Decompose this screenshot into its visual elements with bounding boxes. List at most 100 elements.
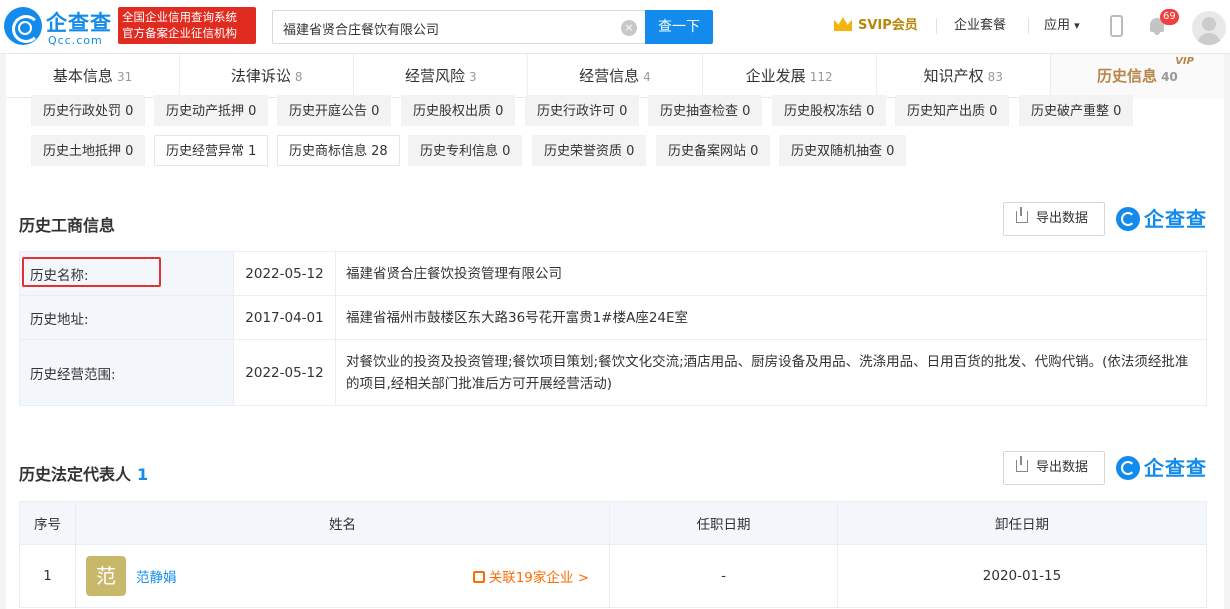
content-area: 历史工商信息 导出数据 企查查 历史名称: 2022-05-12 福建省贤合庄餐… [6, 182, 1224, 609]
svip-link[interactable]: SVIP会员 [834, 16, 918, 36]
top-header: 企查查 Qcc.com 全国企业信用查询系统 官方备案企业征信机构 × 查一下 … [0, 0, 1230, 54]
enterprise-package-link[interactable]: 企业套餐 [954, 16, 1006, 36]
download-icon [1016, 207, 1028, 223]
chevron-down-icon: ▾ [1074, 19, 1080, 32]
section-title: 历史法定代表人 1 [19, 461, 148, 485]
subtag[interactable]: 历史商标信息 28 [277, 135, 400, 166]
export-button[interactable]: 导出数据 [1003, 202, 1105, 236]
row-label: 历史经营范围: [19, 339, 234, 406]
tab-history[interactable]: 历史信息 40 VIP [1050, 54, 1224, 98]
vip-badge: VIP [1175, 56, 1194, 67]
tab-legal[interactable]: 法律诉讼 8 [180, 54, 355, 98]
subtag[interactable]: 历史行政处罚 0 [31, 95, 146, 126]
export-label: 导出数据 [1036, 460, 1089, 475]
divider [1028, 18, 1029, 34]
section-title-text: 历史法定代表人 [19, 465, 132, 484]
related-companies-link[interactable]: 关联19家企业 > [472, 566, 589, 586]
row-date: 2022-05-12 [233, 251, 336, 296]
search-input[interactable] [283, 18, 613, 38]
tab-risk[interactable]: 经营风险 3 [354, 54, 529, 98]
person-name-link[interactable]: 范静娟 [136, 566, 177, 586]
phone-icon[interactable] [1110, 15, 1123, 37]
user-avatar[interactable] [1192, 11, 1226, 45]
divider [936, 18, 937, 34]
tab-label: 经营风险 [405, 67, 466, 85]
subtag[interactable]: 历史动产抵押 0 [154, 95, 269, 126]
subtag[interactable]: 历史专利信息 0 [408, 135, 523, 166]
table-row: 历史经营范围: 2022-05-12 对餐饮业的投资及投资管理;餐饮项目策划;餐… [19, 339, 1207, 406]
badge-line2: 官方备案企业征信机构 [122, 26, 237, 40]
history-subtags: 历史行政处罚 0 历史动产抵押 0 历史开庭公告 0 历史股权出质 0 历史行政… [6, 95, 1224, 182]
person-avatar: 范 [86, 556, 126, 596]
relation-icon [472, 571, 485, 583]
row-value: 福建省福州市鼓楼区东大路36号花开富贵1#楼A座24E室 [335, 295, 1207, 340]
tab-label: 企业发展 [745, 67, 806, 85]
subtag[interactable]: 历史双随机抽查 0 [779, 135, 907, 166]
table-header: 序号 姓名 任职日期 卸任日期 [19, 501, 1207, 545]
export-button[interactable]: 导出数据 [1003, 451, 1105, 485]
subtag[interactable]: 历史知产出质 0 [895, 95, 1010, 126]
apps-label: 应用 [1044, 18, 1071, 33]
subtag[interactable]: 历史行政许可 0 [525, 95, 640, 126]
business-history-table: 历史名称: 2022-05-12 福建省贤合庄餐饮投资管理有限公司 历史地址: … [19, 251, 1207, 406]
column-header: 序号 [19, 501, 76, 545]
tab-count: 8 [294, 70, 303, 84]
tab-label: 基本信息 [52, 67, 113, 85]
download-icon [1016, 456, 1028, 472]
subtag[interactable]: 历史股权冻结 0 [772, 95, 887, 126]
crown-icon [834, 17, 852, 31]
tab-ip[interactable]: 知识产权 83 [877, 54, 1051, 98]
section-title: 历史工商信息 [19, 216, 116, 235]
qcc-watermark: 企查查 [1116, 455, 1210, 481]
subtag[interactable]: 历史破产重整 0 [1019, 95, 1134, 126]
main-tabs: 基本信息 31 法律诉讼 8 经营风险 3 经营信息 4 企业发展 112 知识产权 83 … [6, 54, 1224, 98]
tab-operations[interactable]: 经营信息 4 [528, 54, 703, 98]
official-badge: 全国企业信用查询系统 官方备案企业征信机构 [118, 7, 256, 44]
tab-count: 83 [987, 70, 1003, 84]
tab-count: 31 [116, 70, 133, 84]
watermark-text: 企查查 [1144, 207, 1207, 231]
person: 范 范静娟 关联19家企业 > [76, 545, 609, 607]
subtag[interactable]: 历史土地抵押 0 [31, 135, 146, 166]
subtag[interactable]: 历史备案网站 0 [656, 135, 771, 166]
qcc-watermark: 企查查 [1116, 206, 1210, 232]
apps-menu[interactable]: 应用 ▾ [1044, 16, 1080, 36]
tab-count: 4 [643, 70, 651, 84]
export-label: 导出数据 [1036, 211, 1089, 226]
row-label: 历史地址: [19, 295, 234, 340]
notification-count: 69 [1160, 9, 1179, 25]
watermark-text: 企查查 [1144, 456, 1207, 480]
column-header: 姓名 [75, 501, 610, 545]
svip-label: SVIP会员 [858, 18, 918, 33]
logo-icon [1116, 207, 1140, 231]
subtag[interactable]: 历史荣誉资质 0 [532, 135, 647, 166]
column-header: 任职日期 [609, 501, 838, 545]
subtag[interactable]: 历史经营异常 1 [154, 135, 269, 166]
site-logo[interactable]: 企查查 Qcc.com [4, 7, 114, 47]
search-button[interactable]: 查一下 [645, 10, 713, 44]
row-value: 对餐饮业的投资及投资管理;餐饮项目策划;餐饮文化交流;酒店用品、厨房设备及用品、… [335, 339, 1207, 406]
tab-label: 经营信息 [579, 67, 640, 85]
tab-label: 历史信息 [1097, 67, 1158, 85]
subtag[interactable]: 历史股权出质 0 [401, 95, 516, 126]
subtag[interactable]: 历史开庭公告 0 [277, 95, 392, 126]
logo-icon [1116, 456, 1140, 480]
tab-development[interactable]: 企业发展 112 [703, 54, 877, 98]
subtag[interactable]: 历史抽查检查 0 [648, 95, 763, 126]
legal-rep-table: 序号 姓名 任职日期 卸任日期 1 范 范静娟 关联19家企业 > - 2020… [19, 501, 1207, 608]
logo-icon [4, 7, 42, 45]
related-label: 关联19家企业 > [488, 570, 589, 586]
tab-basic-info[interactable]: 基本信息 31 [6, 54, 181, 98]
start-date: - [609, 544, 838, 608]
person-cell: 范 范静娟 关联19家企业 > [75, 544, 610, 608]
tab-count: 40 [1161, 70, 1178, 84]
table-row: 历史地址: 2017-04-01 福建省福州市鼓楼区东大路36号花开富贵1#楼A… [19, 295, 1207, 340]
logo-text: 企查查 [46, 11, 112, 35]
tab-count: 112 [809, 70, 833, 84]
tab-label: 法律诉讼 [230, 67, 291, 85]
row-date: 2022-05-12 [233, 339, 336, 406]
row-value: 福建省贤合庄餐饮投资管理有限公司 [335, 251, 1207, 296]
clear-icon[interactable]: × [621, 20, 637, 36]
row-index: 1 [19, 544, 76, 608]
badge-line1: 全国企业信用查询系统 [122, 10, 237, 24]
